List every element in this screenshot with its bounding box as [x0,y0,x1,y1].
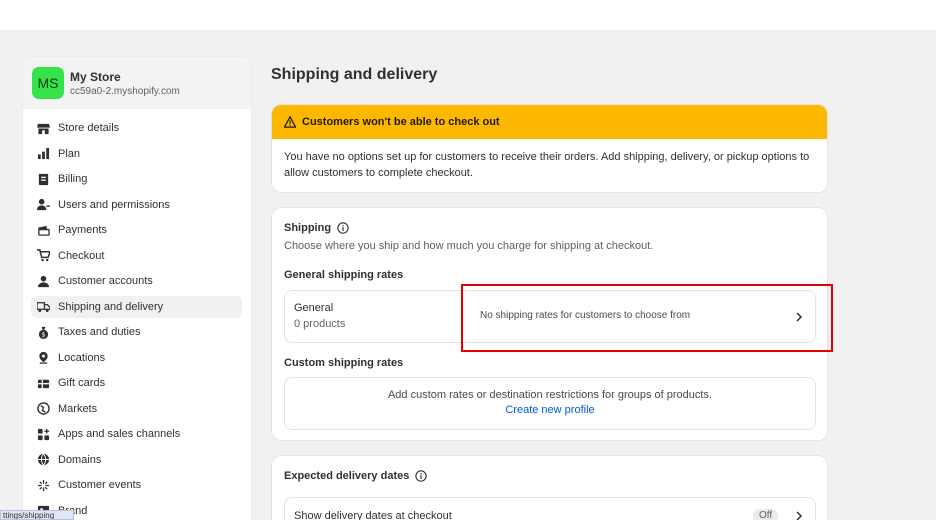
custom-rates-text: Add custom rates or destination restrict… [387,389,713,401]
general-profile-products: 0 products [294,318,346,330]
sidebar-item-customer-accounts[interactable]: Customer accounts [31,270,242,292]
delivery-dates-row[interactable]: Show delivery dates at checkout Off [284,497,816,520]
warning-icon [284,116,296,128]
plan-icon [37,147,50,160]
users-icon [37,198,50,211]
billing-icon [37,173,50,186]
sidebar-item-label: Markets [58,402,98,415]
warning-body: You have no options set up for customers… [284,151,810,179]
settings-sidebar: MS My Store cc59a0-2.myshopify.com Store… [22,56,252,520]
cart-icon [37,249,50,262]
create-new-profile-link[interactable]: Create new profile [285,404,815,416]
warning-title: Customers won't be able to check out [302,116,500,128]
payments-icon [37,224,50,237]
sidebar-item-label: Locations [58,351,106,364]
sidebar-item-label: Users and permissions [58,198,170,211]
general-rates-title: General shipping rates [284,269,404,281]
shipping-description: Choose where you ship and how much you c… [284,240,654,252]
sidebar-item-plan[interactable]: Plan [31,143,242,165]
top-bar [0,0,936,30]
custom-rates-box: Add custom rates or destination restrict… [284,377,816,430]
sidebar-item-label: Gift cards [58,377,106,389]
store-icon [37,122,50,135]
general-profile-name: General [294,302,334,314]
sidebar-item-label: Apps and sales channels [58,428,181,440]
page-title: Shipping and delivery [271,66,438,83]
sidebar-item-shipping[interactable]: Shipping and delivery [31,295,242,318]
checkout-warning-card: Customers won't be able to check out You… [271,104,828,193]
sidebar-item-taxes[interactable]: $ Taxes and duties [31,321,242,343]
delivery-dates-title-row: Expected delivery dates [284,470,428,482]
info-icon[interactable] [337,222,349,234]
sidebar-item-label: Customer events [58,479,142,491]
sidebar-item-label: Checkout [58,249,105,262]
warning-banner: Customers won't be able to check out [272,105,827,139]
sidebar-item-label: Plan [58,147,81,160]
store-name: My Store [70,69,121,84]
domains-globe-icon [37,453,50,466]
sidebar-item-label: Billing [58,173,88,185]
apps-icon [37,428,50,441]
truck-icon [37,300,50,313]
sidebar-item-label: Taxes and duties [58,326,141,338]
store-header[interactable]: MS My Store cc59a0-2.myshopify.com [23,57,251,109]
sidebar-item-label: Customer accounts [58,275,153,287]
highlight-box [461,284,833,352]
sidebar-item-customer-events[interactable]: Customer events [31,474,242,496]
sidebar-item-domains[interactable]: Domains [31,449,242,471]
delivery-dates-card: Expected delivery dates Show delivery da… [271,455,828,520]
delivery-dates-title: Expected delivery dates [284,470,410,482]
sidebar-item-payments[interactable]: Payments [31,219,242,241]
sidebar-item-label: Shipping and delivery [58,300,164,313]
sidebar-item-users[interactable]: Users and permissions [31,194,242,216]
shipping-title: Shipping [284,222,332,234]
sidebar-item-gift-cards[interactable]: Gift cards [31,372,242,394]
status-badge: Off [753,509,779,520]
svg-text:$: $ [41,330,45,338]
delivery-dates-label: Show delivery dates at checkout [294,510,452,520]
globe-icon [37,402,50,415]
chevron-right-icon[interactable] [794,511,804,520]
shipping-title-row: Shipping [284,222,349,234]
sidebar-item-label: Store details [58,122,120,134]
sidebar-item-apps[interactable]: Apps and sales channels [31,423,242,445]
sidebar-item-label: Payments [58,224,107,236]
gift-card-icon [37,377,50,390]
sidebar-item-locations[interactable]: Locations [31,347,242,369]
status-bar-url: ttings/shipping [0,510,74,520]
taxes-icon: $ [37,326,50,339]
sidebar-item-markets[interactable]: Markets [31,398,242,420]
sidebar-item-store-details[interactable]: Store details [31,117,242,139]
store-avatar: MS [32,67,64,99]
sparkle-icon [37,479,50,492]
sidebar-item-label: Domains [58,453,102,466]
store-domain: cc59a0-2.myshopify.com [70,85,180,97]
custom-rates-title: Custom shipping rates [284,357,404,369]
info-icon[interactable] [415,470,428,482]
settings-nav: Store details Plan Billing Users and per… [23,109,251,520]
sidebar-item-billing[interactable]: Billing [31,168,242,190]
person-icon [37,275,50,288]
location-icon [37,351,50,364]
sidebar-item-checkout[interactable]: Checkout [31,245,242,267]
